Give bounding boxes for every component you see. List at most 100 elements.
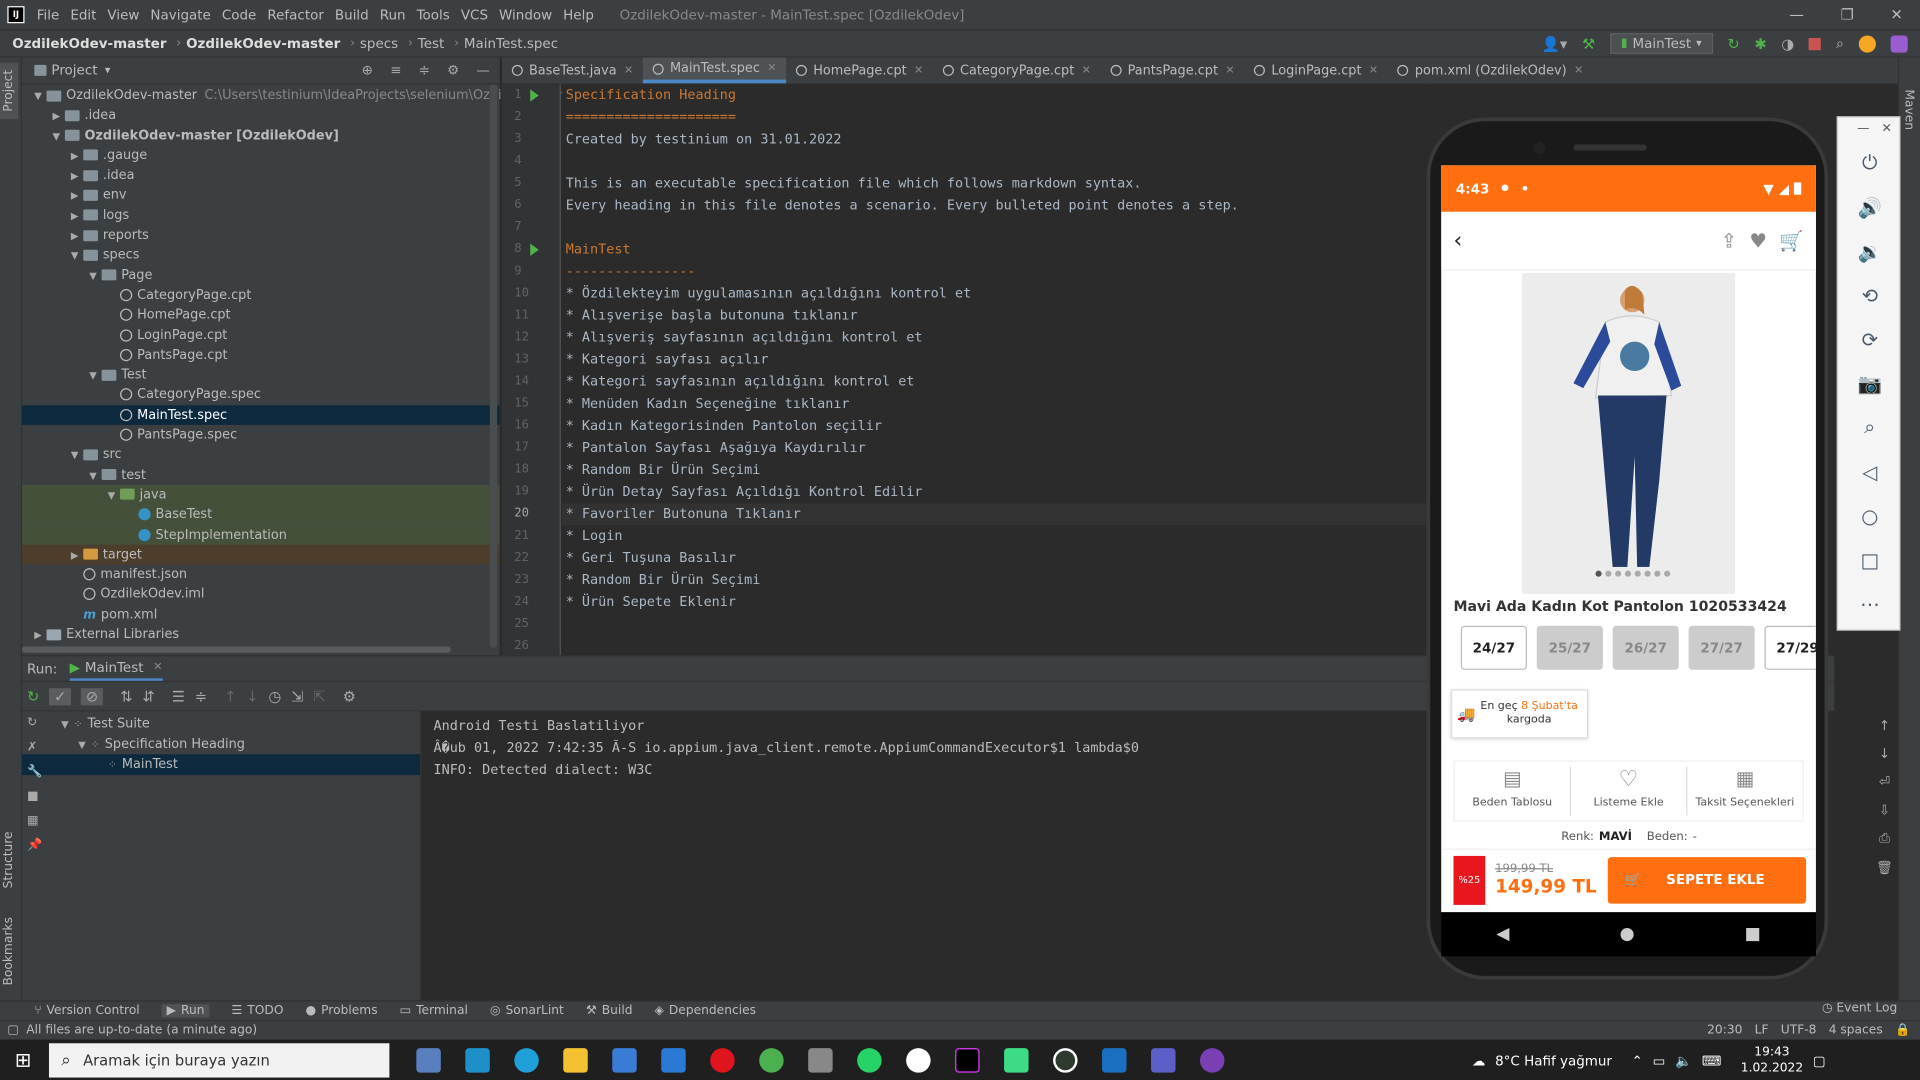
menu-window[interactable]: Window <box>499 7 552 23</box>
show-passed-icon[interactable]: ✓ <box>49 687 72 705</box>
tree-item[interactable]: CategoryPage.cpt <box>22 285 500 305</box>
tree-item[interactable]: ▼ Test <box>22 365 500 385</box>
tree-item[interactable]: ▼ test <box>22 465 500 485</box>
hide-panel-icon[interactable]: — <box>476 62 489 78</box>
installment-button[interactable]: ▦ Taksit Seçenekleri <box>1687 767 1802 816</box>
tree-item[interactable]: ▼ java <box>22 484 500 505</box>
android-studio-icon[interactable] <box>1004 1048 1029 1073</box>
size-option[interactable]: 26/27 <box>1612 625 1679 670</box>
rotate-left-icon[interactable]: ⟲ <box>1838 273 1902 317</box>
tree-item[interactable]: ▶ target <box>22 544 500 566</box>
expand-arrow-icon[interactable]: ▼ <box>84 267 101 287</box>
network-icon[interactable]: ▭ <box>1653 1052 1666 1068</box>
breadcrumb-item[interactable]: Test <box>418 36 445 52</box>
previous-failed-icon[interactable]: ↑ <box>224 688 236 705</box>
sort-duration-icon[interactable]: ⇵ <box>142 688 154 705</box>
overview-icon[interactable]: □ <box>1838 538 1902 582</box>
breadcrumb-item[interactable]: OzdilekOdev-master <box>12 36 166 52</box>
opera-icon[interactable] <box>710 1048 735 1073</box>
export-icon[interactable]: ⇱ <box>313 688 325 705</box>
volume-down-icon[interactable]: 🔉 <box>1838 229 1902 273</box>
tool-window-sonarlint[interactable]: ◎ SonarLint <box>490 1004 564 1017</box>
edge-icon[interactable] <box>514 1048 539 1073</box>
run-scenario-icon[interactable] <box>530 243 539 256</box>
tool-window-version-control[interactable]: ⑂ Version Control <box>34 1004 139 1017</box>
intellij-icon[interactable] <box>955 1048 980 1073</box>
tree-item[interactable]: ▶ reports <box>22 225 500 245</box>
close-tab-icon[interactable]: ✕ <box>153 661 162 673</box>
emulator-close-button[interactable]: ✕ <box>1882 122 1892 135</box>
user-icon[interactable]: 👤▾ <box>1542 35 1568 52</box>
nav-home-icon[interactable]: ● <box>1620 924 1635 944</box>
notification-icon[interactable]: ▢ <box>1813 1052 1826 1068</box>
tree-item[interactable]: ▶ logs <box>22 205 500 225</box>
tool-window-terminal[interactable]: ▭ Terminal <box>400 1004 468 1017</box>
close-window-button[interactable]: ✕ <box>1891 6 1903 23</box>
expand-all-icon[interactable]: ≡ <box>390 62 401 78</box>
app-icon[interactable] <box>906 1048 931 1073</box>
rerun-icon[interactable]: ↻ <box>1727 35 1739 52</box>
expand-arrow-icon[interactable]: ▼ <box>73 735 90 755</box>
breadcrumb-item[interactable]: specs <box>360 36 398 52</box>
test-tree-item[interactable]: ▼ ⁘ Test Suite <box>22 714 420 734</box>
menu-code[interactable]: Code <box>222 7 256 23</box>
tree-item[interactable]: StepImplementation <box>22 524 500 545</box>
test-tree-item[interactable]: ▼ ⁘ Specification Heading <box>22 734 420 754</box>
gear-icon[interactable]: ⚙ <box>447 62 459 78</box>
expand-arrow-icon[interactable]: ▶ <box>66 207 83 227</box>
close-tab-icon[interactable]: ✕ <box>914 64 923 76</box>
bookmarks-tool-button[interactable]: Bookmarks <box>0 915 18 988</box>
close-tab-icon[interactable]: ✕ <box>1225 64 1234 76</box>
expand-all-icon[interactable]: ☰ <box>172 688 185 705</box>
toggle-icon[interactable]: ✗ <box>27 741 42 754</box>
structure-tool-button[interactable]: Structure <box>0 829 18 891</box>
share-icon[interactable]: ⇪ <box>1721 229 1737 252</box>
locate-icon[interactable]: ⊕ <box>362 62 373 78</box>
rotate-right-icon[interactable]: ⟳ <box>1838 317 1902 361</box>
expand-arrow-icon[interactable]: ▶ <box>29 626 46 646</box>
cart-icon[interactable]: 🛒 <box>1779 229 1803 252</box>
tree-item[interactable]: ▼ src <box>22 445 500 465</box>
nav-recents-icon[interactable]: ■ <box>1745 924 1761 944</box>
product-image[interactable] <box>1522 273 1736 594</box>
expand-arrow-icon[interactable]: ▶ <box>66 546 83 566</box>
next-failed-icon[interactable]: ↓ <box>246 688 258 705</box>
size-option[interactable]: 27/27 <box>1688 625 1755 670</box>
home-icon[interactable]: ○ <box>1838 493 1902 537</box>
caret-position[interactable]: 20:30 <box>1707 1024 1742 1037</box>
scroll-to-end-icon[interactable]: ⇩ <box>1879 802 1890 818</box>
debug-icon[interactable]: ✱ <box>1754 35 1766 52</box>
update-icon[interactable] <box>1858 34 1876 53</box>
rerun-icon[interactable]: ↻ <box>27 688 39 705</box>
tool-window-problems[interactable]: ● Problems <box>306 1004 378 1017</box>
editor-tab[interactable]: CategoryPage.cpt ✕ <box>933 58 1101 84</box>
tool-window-build[interactable]: ⚒ Build <box>586 1004 633 1017</box>
tool-window-todo[interactable]: ☰ TODO <box>231 1004 283 1017</box>
maximize-button[interactable]: ❐ <box>1841 6 1854 23</box>
tree-item[interactable]: ▶ .idea <box>22 106 500 126</box>
calculator-icon[interactable] <box>808 1048 833 1073</box>
horizontal-scrollbar[interactable] <box>22 646 451 653</box>
whatsapp-icon[interactable] <box>857 1048 882 1073</box>
editor-tab[interactable]: MainTest.spec ✕ <box>643 57 787 84</box>
history-icon[interactable]: ◷ <box>268 688 281 705</box>
project-view-selector[interactable]: Project <box>51 62 97 78</box>
scroll-up-icon[interactable]: ↑ <box>1879 718 1890 734</box>
expand-arrow-icon[interactable]: ▼ <box>56 715 73 735</box>
keyboard-icon[interactable]: ⌨ <box>1702 1052 1721 1068</box>
menu-refactor[interactable]: Refactor <box>267 7 324 23</box>
windows-start-icon[interactable]: ⊞ <box>15 1048 31 1071</box>
tree-item[interactable]: ▶ .gauge <box>22 146 500 166</box>
mail-icon[interactable] <box>661 1048 686 1073</box>
size-option[interactable]: 25/27 <box>1536 625 1603 670</box>
tree-item[interactable]: ▼ Page <box>22 265 500 285</box>
import-icon[interactable]: ⇲ <box>291 688 303 705</box>
maven-tool-button[interactable]: Maven <box>1899 82 1917 137</box>
zoom-icon[interactable]: ⌕ <box>1838 405 1902 449</box>
close-tab-icon[interactable]: ✕ <box>1369 64 1378 76</box>
coverage-icon[interactable]: ◑ <box>1781 35 1794 52</box>
volume-up-icon[interactable]: 🔊 <box>1838 185 1902 229</box>
menu-navigate[interactable]: Navigate <box>150 7 210 23</box>
phone-screen[interactable]: 4:43 ⏺ • ▼ ◢ ‹ ⇪ ♥ 🛒 Mavi Ada Kadın Kot … <box>1441 165 1816 913</box>
clear-console-icon[interactable]: 🗑 <box>1876 860 1893 876</box>
